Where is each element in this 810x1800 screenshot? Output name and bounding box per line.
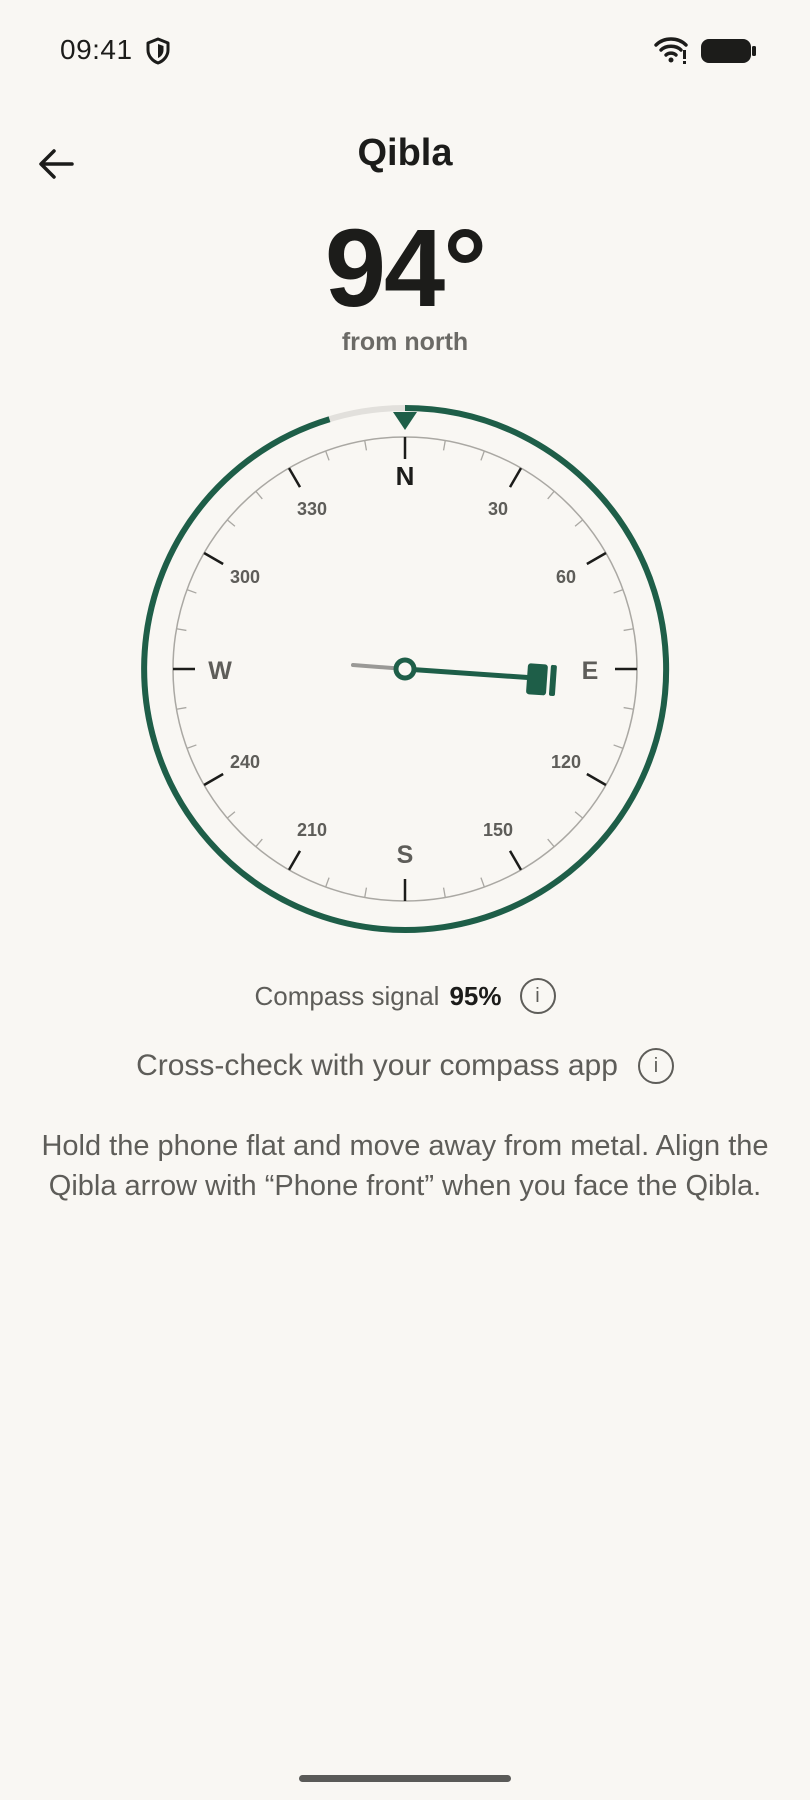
home-indicator[interactable] <box>299 1775 511 1782</box>
needle-shaft <box>402 666 538 681</box>
compass-tick <box>325 450 330 461</box>
kaaba-icon <box>526 663 557 697</box>
cardinal-south: S <box>397 841 414 869</box>
degree-label-30: 30 <box>488 499 508 519</box>
compass-tick <box>226 811 236 819</box>
compass-tick <box>574 519 584 527</box>
compass-signal-value: 95% <box>449 980 502 1011</box>
status-bar: 09:41 <box>0 0 810 100</box>
status-time: 09:41 <box>60 34 133 65</box>
phone-front-pointer <box>393 412 417 430</box>
page-title: Qibla <box>357 132 453 174</box>
degree-label-120: 120 <box>551 752 581 772</box>
compass-tick <box>186 589 197 594</box>
compass-tick <box>547 490 555 500</box>
compass-tick <box>508 850 523 871</box>
compass-tick <box>586 772 607 787</box>
compass-tick <box>255 490 263 500</box>
compass-tick <box>442 440 446 451</box>
compass-tick <box>480 877 485 888</box>
crosscheck-label: Cross-check with your compass app <box>136 1049 618 1082</box>
compass-tick <box>623 628 634 632</box>
degree-label-330: 330 <box>297 499 327 519</box>
compass-tick <box>186 744 197 749</box>
degree-label-150: 150 <box>483 820 513 840</box>
crosscheck-row[interactable]: Cross-check with your compass app i <box>0 1048 810 1084</box>
info-icon: i <box>653 1054 659 1077</box>
compass-signal-label: Compass signal <box>254 980 440 1011</box>
compass-tick <box>508 467 523 488</box>
compass-tick <box>287 850 302 871</box>
needle-pivot <box>393 657 417 681</box>
compass-tick <box>574 811 584 819</box>
degree-label-60: 60 <box>556 567 576 587</box>
signal-info-button[interactable]: i <box>519 978 556 1014</box>
info-icon: i <box>535 984 540 1007</box>
battery-icon <box>700 37 758 70</box>
compass-tick <box>480 450 485 461</box>
compass-tick <box>203 772 224 787</box>
calibration-hint: Hold the phone flat and move away from m… <box>41 1130 769 1202</box>
compass-tick <box>325 877 330 888</box>
heading-degrees: 94° <box>324 207 487 330</box>
compass-signal-row: Compass signal 95% i <box>0 978 810 1014</box>
heading-reference-label: from north <box>341 328 469 356</box>
compass-tick <box>255 838 263 848</box>
crosscheck-info-button[interactable]: i <box>637 1048 674 1084</box>
compass-tick <box>176 628 187 632</box>
wifi-icon <box>654 36 688 69</box>
compass-tick <box>364 887 368 898</box>
compass-tick <box>547 838 555 848</box>
compass-dial: N E S W 30 60 120 150 210 240 300 330 <box>141 405 670 933</box>
compass-tick <box>176 706 187 710</box>
degree-label-300: 300 <box>230 567 260 587</box>
compass-tick <box>226 519 236 527</box>
compass-tick <box>586 551 607 566</box>
cardinal-north: N <box>396 461 415 491</box>
compass-tick <box>203 551 224 566</box>
cardinal-east: E <box>582 657 599 685</box>
qibla-needle <box>351 657 557 697</box>
compass-tick <box>613 589 624 594</box>
compass-tick <box>613 744 624 749</box>
compass-tick <box>442 887 446 898</box>
compass-tick <box>364 440 368 451</box>
compass-tick <box>623 706 634 710</box>
shield-icon <box>144 36 172 71</box>
degree-label-210: 210 <box>297 820 327 840</box>
cardinal-west: W <box>208 657 232 685</box>
compass-tick <box>287 467 302 488</box>
degree-label-240: 240 <box>230 752 260 772</box>
